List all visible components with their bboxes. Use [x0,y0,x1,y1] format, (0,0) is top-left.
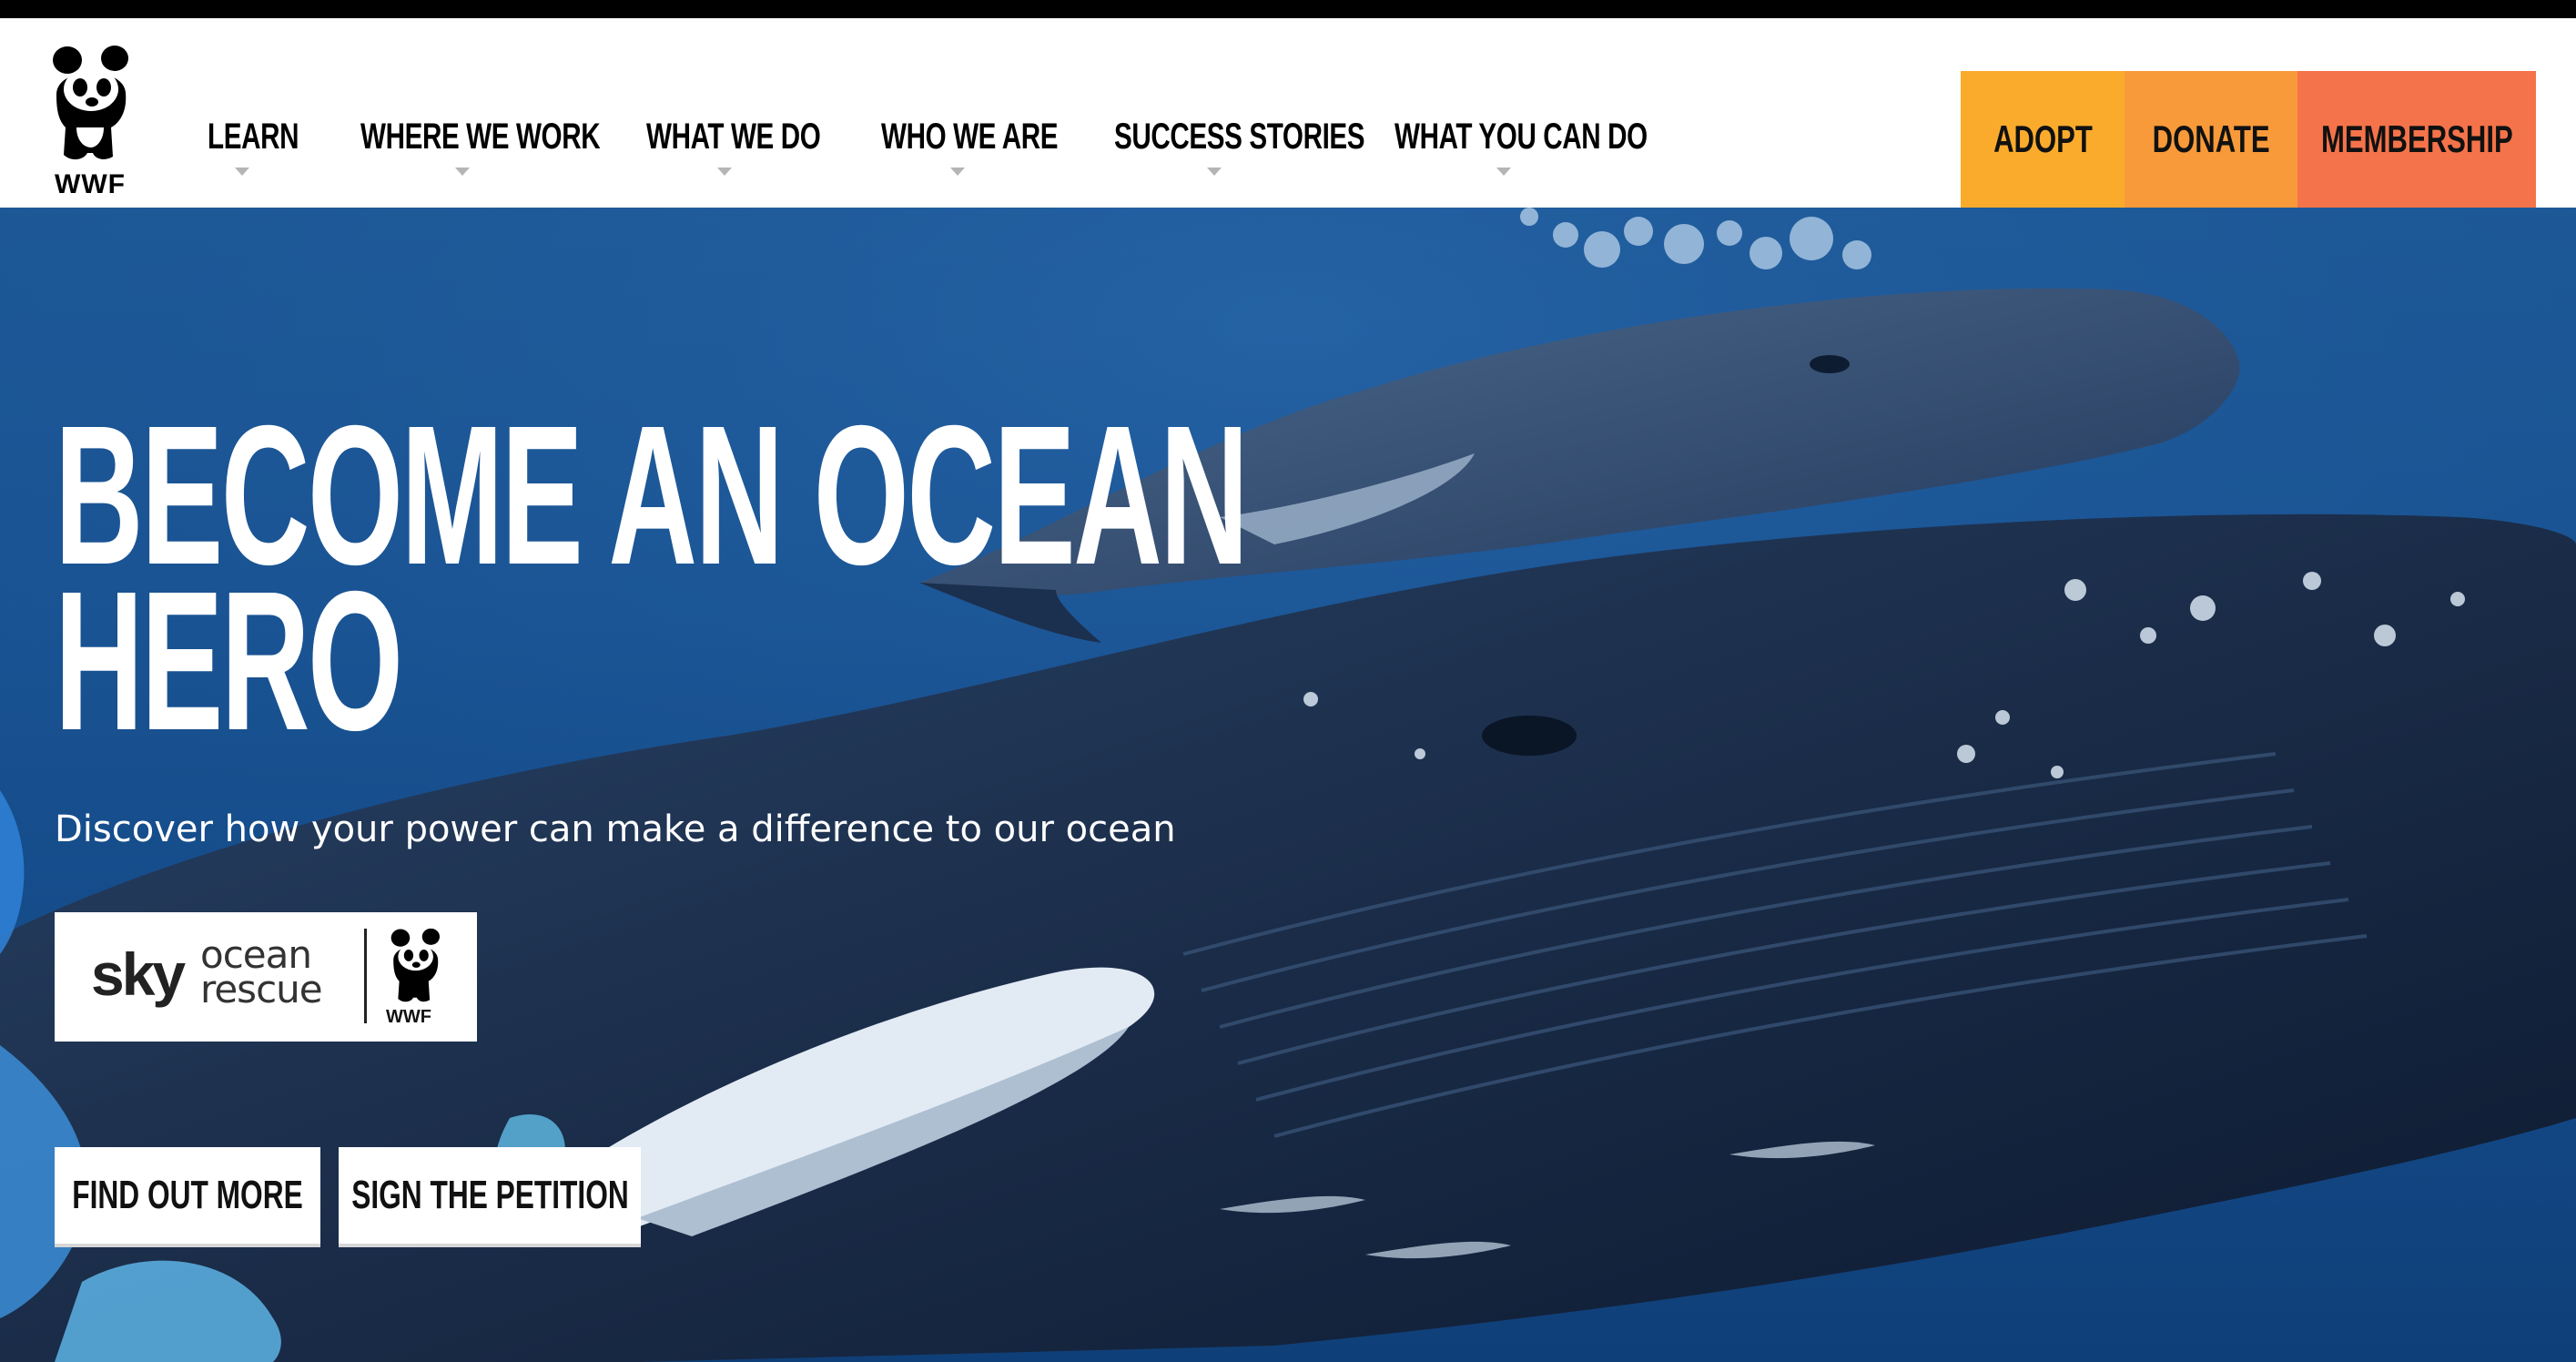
nav-item-learn[interactable]: LEARN [208,117,330,189]
nav-label: WHO WE ARE [881,117,1059,157]
sky-wordmark: sky [91,940,186,1008]
membership-label: MEMBERSHIP [2320,117,2513,160]
rescue-text: rescue [200,967,323,1011]
wwf-logo[interactable]: WWF [40,40,140,199]
chevron-down-icon [235,168,249,176]
donate-button[interactable]: DONATE [2125,71,2297,208]
hero-headline: BECOME AN OCEAN HERO [55,397,1249,761]
chevron-down-icon [1207,168,1222,176]
nav-item-what-you-can-do[interactable]: WHAT YOU CAN DO [1394,117,1736,189]
logo-text: WWF [55,169,126,199]
nav-item-what-we-do[interactable]: WHAT WE DO [646,117,882,189]
nav-label: WHERE WE WORK [360,117,601,157]
nav-label: WHAT YOU CAN DO [1394,117,1648,157]
sky-ocean-rescue-logo: sky ocean rescue WWF [55,912,477,1042]
membership-button[interactable]: MEMBERSHIP [2297,71,2536,208]
panda-logo-icon [53,46,128,160]
partner-wwf-text: WWF [386,1007,431,1027]
find-out-more-button[interactable]: FIND OUT MORE [55,1147,320,1244]
chevron-down-icon [1496,168,1511,176]
nav-label: LEARN [208,117,299,157]
nav-item-who-we-are[interactable]: WHO WE ARE [881,117,1120,189]
chevron-down-icon [950,168,965,176]
sign-petition-label: SIGN THE PETITION [350,1173,629,1217]
chevron-down-icon [455,168,470,176]
nav-label: SUCCESS STORIES [1114,117,1365,157]
top-black-bar [0,0,2576,18]
chevron-down-icon [717,168,732,176]
donate-label: DONATE [2152,117,2270,160]
sign-petition-button[interactable]: SIGN THE PETITION [339,1147,641,1244]
find-out-more-label: FIND OUT MORE [72,1173,303,1217]
nav-label: WHAT WE DO [646,117,821,157]
adopt-label: ADOPT [1993,117,2093,160]
nav-item-where-we-work[interactable]: WHERE WE WORK [360,117,685,189]
panda-logo-icon [390,928,440,1002]
hero-banner: BECOME AN OCEAN HERO Discover how your p… [0,208,2576,1362]
adopt-button[interactable]: ADOPT [1961,71,2125,208]
logo-divider [364,929,367,1023]
hero-subtitle: Discover how your power can make a diffe… [55,808,1176,850]
ocean-rescue-wordmark: ocean rescue [200,936,323,1009]
